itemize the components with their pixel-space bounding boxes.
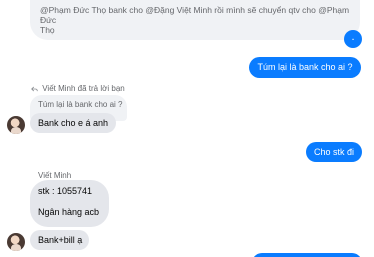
message-text: Bank cho e á anh: [38, 118, 109, 128]
reply-header: Viết Minh đã trả lời bạn: [31, 84, 125, 93]
message-bubble-question[interactable]: Túm lại là bank cho ai ?: [249, 57, 361, 78]
message-bubble-reply[interactable]: Bank cho e á anh: [30, 113, 116, 133]
account-number: stk : 1055741: [38, 186, 93, 196]
message-bubble-dot[interactable]: .: [344, 30, 362, 48]
message-text: Túm lại là bank cho ai ?: [257, 62, 353, 72]
reply-header-text: Viết Minh đã trả lời bạn: [42, 84, 125, 93]
avatar[interactable]: [7, 233, 25, 251]
reply-icon: [31, 86, 38, 92]
message-text-line: Thọ: [40, 25, 55, 35]
message-text: .: [351, 31, 355, 43]
message-bubble-ask-stk[interactable]: Cho stk đi: [306, 142, 362, 162]
chat-thread: @Phạm Đức Thọ bank cho @Đặng Việt Minh r…: [0, 0, 374, 257]
message-text: Cho stk đi: [313, 147, 355, 157]
message-text: Bank+bill ạ: [38, 235, 83, 245]
message-bubble-partial[interactable]: [252, 253, 362, 257]
quoted-text: Túm lại là bank cho ai ?: [38, 100, 123, 109]
sender-name: Viết Minh: [38, 171, 72, 180]
bank-name: Ngân hàng acb: [38, 207, 100, 217]
avatar[interactable]: [7, 116, 25, 134]
message-bubble-account[interactable]: stk : 1055741 Ngân hàng acb: [30, 180, 109, 227]
message-bubble-top[interactable]: @Phạm Đức Thọ bank cho @Đặng Việt Minh r…: [30, 0, 360, 40]
message-bubble-last[interactable]: Bank+bill ạ: [30, 230, 89, 250]
message-text-line: @Phạm Đức Thọ bank cho @Đặng Việt Minh r…: [40, 5, 350, 25]
